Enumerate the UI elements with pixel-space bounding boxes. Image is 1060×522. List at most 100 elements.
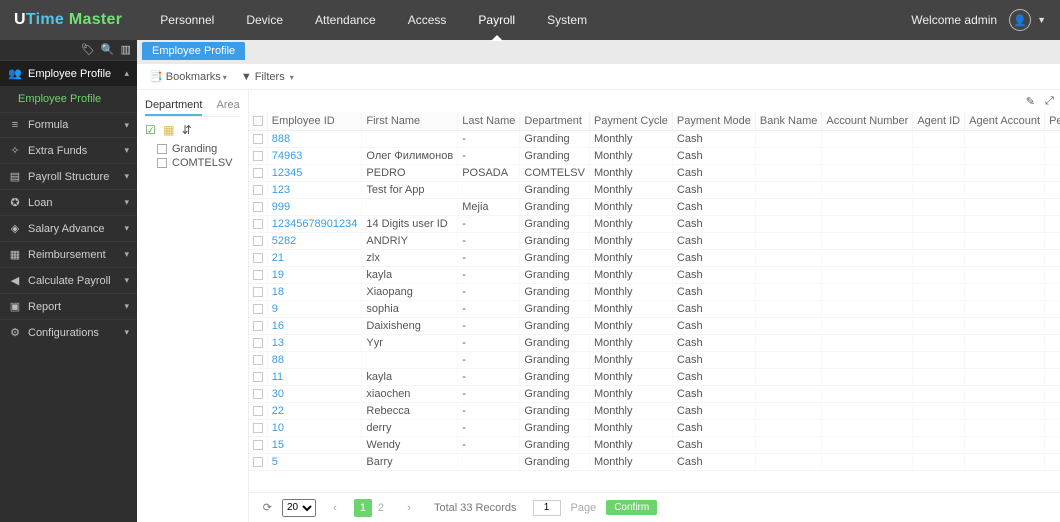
row-checkbox[interactable] <box>253 219 263 229</box>
row-checkbox[interactable] <box>253 202 263 212</box>
employee-id-link[interactable]: 22 <box>272 405 284 417</box>
row-checkbox[interactable] <box>253 372 263 382</box>
sidebar-item-employee-profile[interactable]: 👥Employee Profile▴ <box>0 61 137 86</box>
sidebar-item-configurations[interactable]: ⚙Configurations▾ <box>0 320 137 345</box>
pager-page-2[interactable]: 2 <box>372 499 390 517</box>
employee-id-link[interactable]: 888 <box>272 133 290 145</box>
column-header[interactable]: Department <box>520 112 590 131</box>
page-size-select[interactable]: 20 <box>282 499 316 517</box>
main-menu-personnel[interactable]: Personnel <box>144 0 230 40</box>
employee-id-link[interactable]: 999 <box>272 201 290 213</box>
sidebar-subitem-employee-profile[interactable]: Employee Profile <box>18 90 137 108</box>
chevron-icon: ▾ <box>124 249 129 260</box>
pager-confirm-button[interactable]: Confirm <box>606 500 657 515</box>
tree-node[interactable]: COMTELSV <box>145 156 240 170</box>
row-checkbox[interactable] <box>253 355 263 365</box>
tree-check-all-icon[interactable]: ☑ <box>145 123 156 137</box>
pager-refresh-icon[interactable]: ⟳ <box>263 501 272 514</box>
employee-id-link[interactable]: 16 <box>272 320 284 332</box>
tab-employee-profile[interactable]: Employee Profile <box>142 42 245 60</box>
column-header[interactable]: Payment Mode <box>672 112 755 131</box>
bookmarks-button[interactable]: 📑 Bookmarks▾ <box>149 70 227 83</box>
row-checkbox[interactable] <box>253 389 263 399</box>
row-checkbox[interactable] <box>253 304 263 314</box>
sidebar-item-reimbursement[interactable]: ▦Reimbursement▾ <box>0 242 137 267</box>
top-nav: UTime Master PersonnelDeviceAttendanceAc… <box>0 0 1060 40</box>
main-menu-payroll[interactable]: Payroll <box>462 0 531 40</box>
tree-org-icon[interactable]: ▦ <box>163 123 174 137</box>
employee-id-link[interactable]: 10 <box>272 422 284 434</box>
select-all-checkbox[interactable] <box>253 116 263 126</box>
employee-id-link[interactable]: 74963 <box>272 150 303 162</box>
pager-page-1[interactable]: 1 <box>354 499 372 517</box>
checkbox-icon[interactable] <box>157 144 167 154</box>
column-header[interactable]: Account Number <box>822 112 913 131</box>
row-checkbox[interactable] <box>253 168 263 178</box>
column-header[interactable]: Payment Cycle <box>589 112 672 131</box>
row-checkbox[interactable] <box>253 151 263 161</box>
sidebar-item-extra-funds[interactable]: ✧Extra Funds▾ <box>0 138 137 163</box>
row-checkbox[interactable] <box>253 440 263 450</box>
employee-id-link[interactable]: 12345678901234 <box>272 218 358 230</box>
table-row: 123Test for AppGrandingMonthlyCash✎ <box>249 182 1060 199</box>
row-checkbox[interactable] <box>253 185 263 195</box>
employee-id-link[interactable]: 15 <box>272 439 284 451</box>
main-menu-system[interactable]: System <box>531 0 603 40</box>
employee-id-link[interactable]: 18 <box>272 286 284 298</box>
sidebar-item-formula[interactable]: ≡Formula▾ <box>0 113 137 137</box>
column-header[interactable]: Agent Account <box>965 112 1045 131</box>
edit-icon[interactable]: ✎ <box>1026 95 1035 108</box>
row-checkbox[interactable] <box>253 270 263 280</box>
row-checkbox[interactable] <box>253 457 263 467</box>
row-checkbox[interactable] <box>253 406 263 416</box>
column-header[interactable]: Last Name <box>458 112 520 131</box>
tree-tab-area[interactable]: Area <box>216 96 239 116</box>
tree-tab-department[interactable]: Department <box>145 96 202 116</box>
column-header[interactable]: First Name <box>362 112 458 131</box>
row-checkbox[interactable] <box>253 253 263 263</box>
row-checkbox[interactable] <box>253 236 263 246</box>
filters-button[interactable]: ▼ Filters ▾ <box>241 71 294 83</box>
employee-id-link[interactable]: 123 <box>272 184 290 196</box>
sidebar-item-payroll-structure[interactable]: ▤Payroll Structure▾ <box>0 164 137 189</box>
employee-id-link[interactable]: 30 <box>272 388 284 400</box>
sidebar-item-report[interactable]: ▣Report▾ <box>0 294 137 319</box>
page-number-input[interactable] <box>533 500 561 516</box>
tree-hierarchy-icon[interactable]: ⇵ <box>182 123 192 137</box>
employee-id-link[interactable]: 11 <box>272 371 283 383</box>
column-header[interactable]: Agent ID <box>913 112 965 131</box>
user-menu-caret-icon[interactable]: ▼ <box>1037 15 1046 25</box>
sidebar-item-salary-advance[interactable]: ◈Salary Advance▾ <box>0 216 137 241</box>
employee-id-link[interactable]: 88 <box>272 354 284 366</box>
row-checkbox[interactable] <box>253 321 263 331</box>
employee-id-link[interactable]: 12345 <box>272 167 303 179</box>
main-menu-access[interactable]: Access <box>392 0 463 40</box>
employee-id-link[interactable]: 5 <box>272 456 278 468</box>
column-header[interactable]: Bank Name <box>755 112 821 131</box>
column-header[interactable]: Employee ID <box>267 112 362 131</box>
main-menu-attendance[interactable]: Attendance <box>299 0 392 40</box>
row-checkbox[interactable] <box>253 287 263 297</box>
column-header[interactable]: Personnel ID <box>1045 112 1060 131</box>
search-icon[interactable]: 🔍 <box>101 43 115 57</box>
tree-node[interactable]: Granding <box>145 142 240 156</box>
checkbox-icon[interactable] <box>157 158 167 168</box>
pager-prev-icon[interactable]: ‹ <box>326 499 344 517</box>
main-menu-device[interactable]: Device <box>230 0 299 40</box>
sidebar-item-calculate-payroll[interactable]: ◀Calculate Payroll▾ <box>0 268 137 293</box>
collapse-icon[interactable]: ▥ <box>121 43 131 57</box>
employee-id-link[interactable]: 19 <box>272 269 284 281</box>
expand-icon[interactable]: ⤢ <box>1045 95 1054 108</box>
tag-icon[interactable]: 🏷 <box>81 43 95 57</box>
employee-id-link[interactable]: 13 <box>272 337 284 349</box>
row-checkbox[interactable] <box>253 423 263 433</box>
sidebar-icon: ◀ <box>8 274 22 287</box>
pager-next-icon[interactable]: › <box>400 499 418 517</box>
employee-id-link[interactable]: 9 <box>272 303 278 315</box>
employee-id-link[interactable]: 21 <box>272 252 284 264</box>
user-avatar-icon[interactable]: 👤 <box>1009 9 1031 31</box>
employee-id-link[interactable]: 5282 <box>272 235 296 247</box>
row-checkbox[interactable] <box>253 338 263 348</box>
row-checkbox[interactable] <box>253 134 263 144</box>
sidebar-item-loan[interactable]: ✪Loan▾ <box>0 190 137 215</box>
